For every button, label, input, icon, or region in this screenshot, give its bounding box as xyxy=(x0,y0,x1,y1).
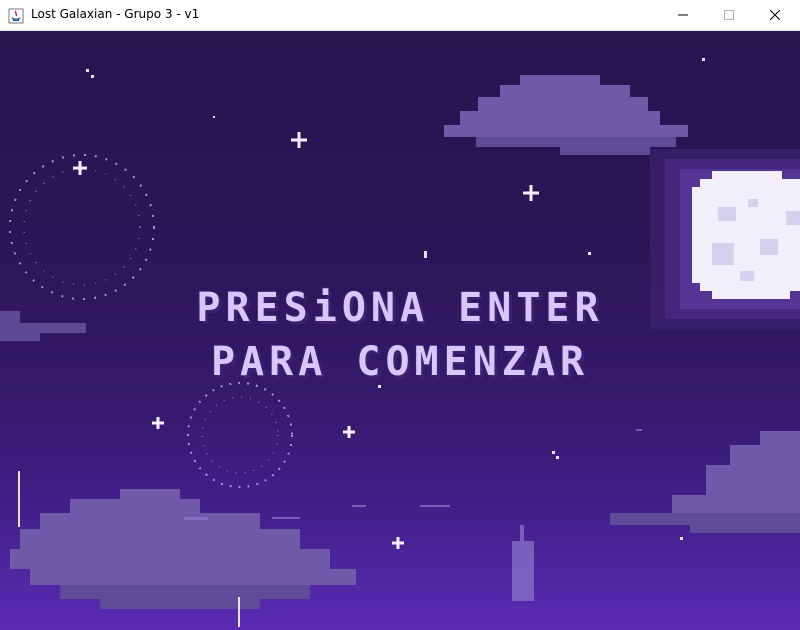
minimize-button[interactable] xyxy=(660,0,706,30)
star xyxy=(73,161,87,175)
star xyxy=(702,58,705,61)
star xyxy=(213,116,215,118)
star xyxy=(680,537,683,540)
firework-top-left xyxy=(9,154,155,300)
title-bar[interactable]: Lost Galaxian - Grupo 3 - v1 xyxy=(0,0,800,31)
prompt-line-1: PRESiONA ENTER xyxy=(196,285,604,331)
firework-center-left xyxy=(187,382,293,488)
star xyxy=(18,471,20,527)
maximize-button[interactable] xyxy=(706,0,752,30)
star xyxy=(86,69,89,72)
star xyxy=(238,597,240,627)
star xyxy=(552,451,555,454)
cloud-bottom-left xyxy=(10,489,356,609)
star xyxy=(556,456,559,459)
star xyxy=(91,75,94,78)
star xyxy=(588,252,591,255)
star xyxy=(291,132,307,148)
start-prompt: PRESiONA ENTER PARA COMENZAR xyxy=(0,281,800,389)
cloud-top xyxy=(444,75,688,155)
prompt-line-2: PARA COMENZAR xyxy=(210,339,590,385)
star xyxy=(152,417,164,429)
star xyxy=(343,426,355,438)
minimize-icon xyxy=(678,14,688,16)
star xyxy=(424,251,427,258)
maximize-icon xyxy=(724,10,734,20)
java-app-icon xyxy=(8,8,24,24)
game-canvas[interactable]: PRESiONA ENTER PARA COMENZAR xyxy=(0,31,800,630)
star xyxy=(523,185,539,201)
close-icon xyxy=(770,10,780,20)
cloud-right xyxy=(610,431,800,533)
star xyxy=(392,537,404,549)
game-window: Lost Galaxian - Grupo 3 - v1 PRESiONA EN… xyxy=(0,0,800,630)
close-button[interactable] xyxy=(752,0,798,30)
window-title: Lost Galaxian - Grupo 3 - v1 xyxy=(31,7,200,21)
